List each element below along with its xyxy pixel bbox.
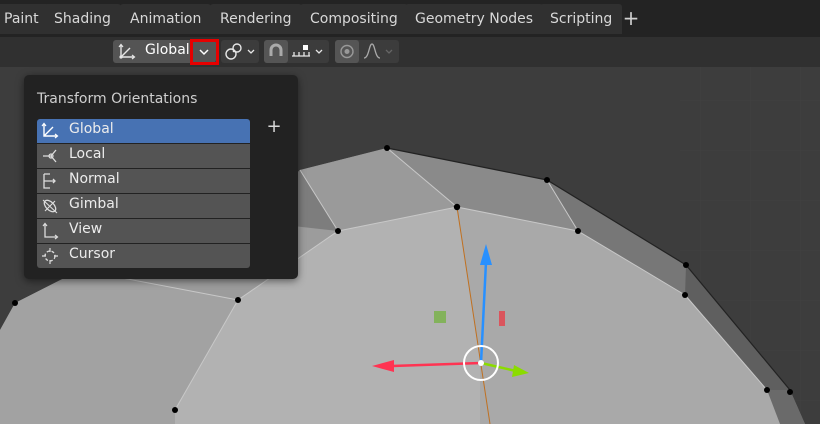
tab-shading[interactable]: Shading bbox=[44, 4, 121, 34]
local-axes-icon bbox=[40, 146, 60, 170]
orientation-label: Local bbox=[69, 146, 106, 162]
orientation-label: View bbox=[69, 221, 103, 237]
proportional-editing-controls[interactable] bbox=[335, 40, 399, 63]
orientation-item-view[interactable]: View bbox=[37, 219, 250, 243]
snap-controls[interactable] bbox=[264, 40, 329, 63]
gizmo-plane-handle-yz[interactable] bbox=[499, 311, 505, 326]
tab-animation[interactable]: Animation bbox=[120, 4, 212, 34]
normal-icon bbox=[40, 171, 60, 195]
view-axes-icon bbox=[40, 221, 60, 245]
gizmo-center[interactable] bbox=[478, 360, 484, 366]
tool-header: Global bbox=[0, 37, 820, 67]
orientation-item-gimbal[interactable]: Gimbal bbox=[37, 194, 250, 218]
add-workspace-button[interactable]: + bbox=[619, 5, 643, 33]
gizmo-plane-handle-xz[interactable] bbox=[434, 311, 446, 323]
tab-rendering[interactable]: Rendering bbox=[210, 4, 302, 34]
transform-orientations-popup: Transform Orientations + Global Local No… bbox=[24, 75, 298, 279]
popup-title: Transform Orientations bbox=[37, 91, 198, 107]
global-axes-icon bbox=[40, 121, 60, 145]
tab-compositing[interactable]: Compositing bbox=[300, 4, 408, 34]
tab-geometry-nodes[interactable]: Geometry Nodes bbox=[405, 4, 544, 34]
orientation-label: Global bbox=[69, 121, 114, 137]
orientation-item-global[interactable]: Global bbox=[37, 119, 250, 143]
gimbal-icon bbox=[40, 196, 60, 220]
orientation-label: Cursor bbox=[69, 246, 116, 262]
transform-orientation-button[interactable]: Global bbox=[113, 40, 191, 63]
snap-increment-icon[interactable] bbox=[290, 40, 329, 63]
highlight-box bbox=[190, 39, 219, 65]
orientation-list: Global Local Normal Gimbal View Cursor bbox=[37, 119, 250, 269]
orientation-value: Global bbox=[145, 42, 190, 58]
add-orientation-button[interactable]: + bbox=[264, 117, 284, 137]
tab-scripting[interactable]: Scripting bbox=[540, 4, 623, 34]
orientation-item-local[interactable]: Local bbox=[37, 144, 250, 168]
tab-paint[interactable]: Paint bbox=[0, 4, 49, 34]
orientation-item-cursor[interactable]: Cursor bbox=[37, 244, 250, 268]
pivot-point-icon bbox=[225, 43, 255, 60]
orientation-label: Gimbal bbox=[69, 196, 119, 212]
workspace-tab-bar: Paint Shading Animation Rendering Compos… bbox=[0, 0, 820, 37]
snap-magnet-icon[interactable] bbox=[264, 40, 288, 63]
falloff-curve-icon[interactable] bbox=[361, 40, 399, 63]
transform-orientation-global-icon bbox=[117, 43, 137, 65]
proportional-editing-icon[interactable] bbox=[335, 40, 359, 63]
orientation-label: Normal bbox=[69, 171, 120, 187]
orientation-item-normal[interactable]: Normal bbox=[37, 169, 250, 193]
cursor-icon bbox=[40, 246, 60, 270]
pivot-point-dropdown[interactable] bbox=[221, 40, 259, 63]
